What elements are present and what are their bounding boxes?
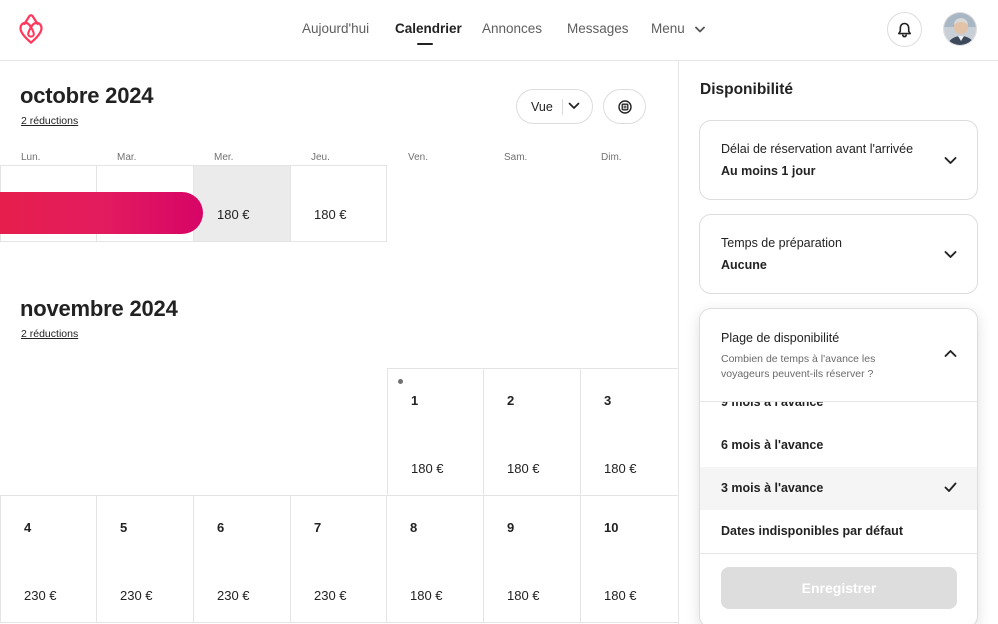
chevron-down-icon — [694, 26, 705, 33]
prep-time-value: Aucune — [721, 258, 767, 272]
calendar-day-cell[interactable]: 5 230 € — [97, 495, 194, 623]
view-selector-button[interactable]: Vue — [516, 89, 593, 124]
day-number: 6 — [217, 520, 225, 535]
day-price: 180 € — [217, 207, 250, 222]
calendar-day-cell[interactable]: 180 € — [194, 165, 291, 242]
calendar-day-cell[interactable]: 4 230 € — [0, 495, 97, 623]
option-label: Dates indisponibles par défaut — [721, 524, 903, 538]
weekday-wed: Mer. — [214, 152, 234, 163]
calendar-day-cell[interactable]: 3 180 € — [581, 368, 678, 496]
day-price: 180 € — [507, 461, 540, 476]
october-reductions-link[interactable]: 2 réductions — [21, 115, 78, 127]
weekday-mon: Lun. — [21, 152, 41, 163]
day-price: 180 € — [604, 461, 637, 476]
calendar-day-cell[interactable]: 2 180 € — [484, 368, 581, 496]
save-button[interactable]: Enregistrer — [721, 567, 957, 609]
nav-calendar[interactable]: Calendrier — [395, 21, 462, 36]
nav-menu-label: Menu — [651, 21, 685, 36]
day-price: 230 € — [217, 588, 250, 603]
view-selector-divider — [562, 99, 563, 115]
weekday-tue: Mar. — [117, 152, 137, 163]
bell-icon — [898, 22, 911, 37]
availability-range-dropdown: 9 mois à l'avance Plage de disponibilité… — [699, 308, 978, 624]
month-title-october: octobre 2024 — [20, 83, 154, 108]
day-number: 5 — [120, 520, 128, 535]
day-number: 3 — [604, 393, 612, 408]
weekday-thu: Jeu. — [311, 152, 330, 163]
option-label: 3 mois à l'avance — [721, 481, 824, 495]
calendar-area: octobre 2024 2 réductions Vue Lun. Mar. … — [0, 61, 678, 624]
availability-range-label: Plage de disponibilité — [721, 331, 840, 345]
view-selector-label: Vue — [531, 100, 553, 114]
availability-range-header[interactable]: Plage de disponibilité Combien de temps … — [700, 309, 977, 402]
availability-range-description: Combien de temps à l'avance les voyageur… — [721, 353, 876, 380]
nav-menu[interactable]: Menu — [651, 21, 705, 36]
day-price: 180 € — [604, 588, 637, 603]
main-nav: Aujourd'hui Calendrier Annonces Messages… — [0, 0, 998, 61]
day-number: 9 — [507, 520, 515, 535]
day-number: 1 — [411, 393, 419, 408]
weekday-sun: Dim. — [601, 152, 622, 163]
panel-title: Disponibilité — [700, 81, 793, 98]
day-number: 2 — [507, 393, 515, 408]
prep-time-card[interactable]: Temps de préparation Aucune — [699, 214, 978, 294]
booking-delay-value: Au moins 1 jour — [721, 164, 816, 178]
today-dot — [398, 379, 403, 384]
active-tab-underline — [417, 43, 433, 45]
nav-today[interactable]: Aujourd'hui — [302, 21, 369, 36]
day-number: 8 — [410, 520, 418, 535]
weekday-sat: Sam. — [504, 152, 528, 163]
chevron-up-icon — [944, 350, 957, 357]
checkmark-icon — [944, 482, 957, 492]
user-avatar[interactable] — [943, 12, 977, 46]
top-header: Aujourd'hui Calendrier Annonces Messages… — [0, 0, 998, 61]
settings-filter-button[interactable] — [603, 89, 646, 124]
option-6-months[interactable]: 6 mois à l'avance — [700, 424, 977, 467]
day-price: 180 € — [411, 461, 444, 476]
option-unavailable-default[interactable]: Dates indisponibles par défaut — [700, 510, 977, 553]
booking-delay-card[interactable]: Délai de réservation avant l'arrivée Au … — [699, 120, 978, 200]
chevron-down-icon — [944, 157, 957, 164]
day-price: 180 € — [410, 588, 443, 603]
option-3-months[interactable]: 3 mois à l'avance — [700, 467, 977, 510]
day-price: 180 € — [507, 588, 540, 603]
option-label: 6 mois à l'avance — [721, 438, 824, 452]
month-title-november: novembre 2024 — [20, 296, 178, 321]
weekday-fri: Ven. — [408, 152, 429, 163]
nav-listings[interactable]: Annonces — [482, 21, 542, 36]
chevron-down-icon — [568, 102, 580, 109]
calendar-day-cell[interactable]: 10 180 € — [581, 495, 678, 623]
day-price: 230 € — [120, 588, 153, 603]
calendar-day-cell[interactable]: 9 180 € — [484, 495, 581, 623]
day-number: 4 — [24, 520, 32, 535]
calendar-day-cell[interactable]: 180 € — [291, 165, 387, 242]
reservation-bar[interactable] — [0, 192, 203, 234]
day-number: 10 — [604, 520, 619, 535]
day-price: 230 € — [314, 588, 347, 603]
day-price: 230 € — [24, 588, 57, 603]
calendar-day-cell[interactable]: 6 230 € — [194, 495, 291, 623]
availability-panel: Disponibilité Délai de réservation avant… — [678, 61, 998, 624]
day-price: 180 € — [314, 207, 347, 222]
nav-messages[interactable]: Messages — [567, 21, 629, 36]
november-reductions-link[interactable]: 2 réductions — [21, 328, 78, 340]
filter-settings-icon — [617, 99, 632, 114]
prep-time-label: Temps de préparation — [721, 236, 842, 250]
divider — [700, 553, 977, 554]
day-number: 7 — [314, 520, 322, 535]
notifications-button[interactable] — [887, 12, 922, 47]
booking-delay-label: Délai de réservation avant l'arrivée — [721, 142, 914, 156]
calendar-day-cell[interactable]: 1 180 € — [387, 368, 484, 496]
calendar-day-cell[interactable]: 8 180 € — [387, 495, 484, 623]
calendar-day-cell[interactable]: 7 230 € — [291, 495, 387, 623]
chevron-down-icon — [944, 251, 957, 258]
